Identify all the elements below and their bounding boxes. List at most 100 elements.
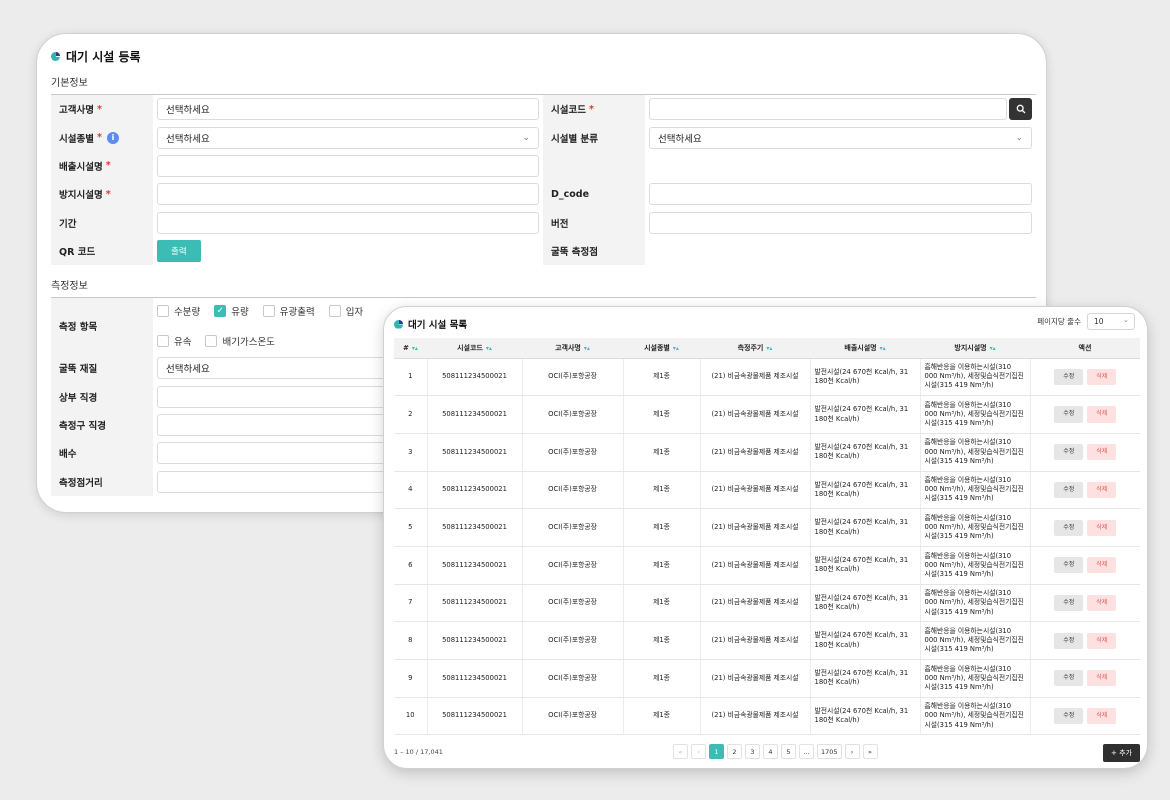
add-facility-button[interactable]: + 추가: [1103, 744, 1140, 762]
measure-item-checkbox[interactable]: 입자: [328, 304, 363, 318]
select-field[interactable]: 선택하세요 ⌄: [649, 126, 1032, 149]
column-header[interactable]: 시설종별 ▾▴: [623, 338, 700, 359]
cell-cycle: (21) 비금속광물제품 제조시설: [700, 584, 811, 623]
edit-button[interactable]: 수정: [1054, 707, 1084, 725]
measure-item-checkbox[interactable]: 유광출력: [262, 304, 315, 318]
delete-button[interactable]: 삭제: [1087, 519, 1117, 536]
text-field[interactable]: [157, 183, 539, 206]
cell-emission: 발전시설(24 670천 Kcal/h, 31 180천 Kcal/h): [810, 395, 921, 434]
checkbox-icon[interactable]: [205, 335, 218, 347]
section-measure-label: 측정정보: [51, 281, 88, 292]
edit-button[interactable]: 수정: [1054, 670, 1084, 687]
cell-text: OCI(주)포항공장: [548, 409, 597, 418]
column-header[interactable]: 배출시설명 ▾▴: [810, 338, 920, 359]
page-button[interactable]: 3: [745, 744, 760, 759]
select-field[interactable]: 선택하세요 ⌄: [157, 126, 539, 149]
measure-item-checkbox[interactable]: 배기가스온도: [205, 334, 275, 348]
checkbox-icon[interactable]: ✓: [214, 305, 227, 317]
column-header[interactable]: 시설코드 ▾▴: [427, 338, 522, 359]
cell-actions: 수정 삭제: [1030, 471, 1140, 510]
sort-icon[interactable]: ▾▴: [486, 345, 492, 352]
facility-code-input[interactable]: [649, 98, 1007, 121]
column-header[interactable]: 고객사명 ▾▴: [522, 338, 623, 359]
checkbox-icon[interactable]: [157, 335, 169, 347]
page-button[interactable]: 4: [763, 744, 778, 759]
cell-customer: OCI(주)포항공장: [522, 395, 624, 434]
edit-button[interactable]: 수정: [1054, 481, 1084, 498]
cell-type: 제1종: [623, 508, 701, 547]
checkbox-icon[interactable]: [262, 305, 275, 317]
measure-item-checkbox[interactable]: ✓ 유량: [214, 304, 249, 318]
cell-text: 508111234500021: [442, 598, 507, 607]
next-page-button[interactable]: ›: [844, 744, 860, 759]
checkbox-label: 유량: [231, 307, 249, 318]
measure-item-checkbox[interactable]: 유속: [157, 334, 191, 348]
cell-text: 제1종: [653, 598, 670, 607]
edit-button[interactable]: 수정: [1054, 444, 1084, 461]
qr-print-button[interactable]: 출력: [157, 240, 201, 263]
cell-code: 508111234500021: [427, 358, 523, 397]
delete-button[interactable]: 삭제: [1087, 444, 1117, 461]
cell-text: 6: [408, 560, 413, 569]
delete-button[interactable]: 삭제: [1087, 406, 1117, 423]
field-label: QR 코드: [51, 236, 153, 266]
field-label-text: 배출시설명: [59, 161, 103, 173]
column-header[interactable]: # ▾▴: [394, 338, 427, 359]
table-body: 1 508111234500021 OCI(주)포항공장 제1종 (21) 비금속광물제…: [394, 358, 1141, 736]
page-button[interactable]: 1: [709, 744, 724, 759]
cell-type: 제1종: [623, 471, 701, 510]
field-label: 고객사명 *: [51, 95, 153, 124]
sort-icon[interactable]: ▾▴: [990, 345, 996, 352]
column-header[interactable]: 방지시설명 ▾▴: [920, 338, 1030, 359]
measure-item-checkbox[interactable]: 수분량: [157, 304, 200, 318]
cell-prevention: 흡해반응을 이용하는시설(310 000 Nm³/h), 세정및습식전기집진시설…: [920, 584, 1031, 623]
cell-text: 1: [408, 372, 413, 381]
select-field[interactable]: 선택하세요: [157, 98, 539, 121]
cell-text: (21) 비금속광물제품 제조시설: [711, 598, 799, 607]
delete-button[interactable]: 삭제: [1087, 368, 1117, 385]
page-button[interactable]: 1705: [817, 744, 842, 759]
edit-button[interactable]: 수정: [1054, 519, 1084, 536]
cell-text: 발전시설(24 670천 Kcal/h, 31 180천 Kcal/h): [814, 669, 909, 687]
cell-text: 제1종: [653, 485, 670, 494]
last-page-button[interactable]: »: [862, 744, 878, 759]
edit-button[interactable]: 수정: [1054, 406, 1084, 423]
text-field[interactable]: [649, 211, 1032, 234]
text-field[interactable]: [157, 211, 539, 234]
cell-actions: 수정 삭제: [1030, 546, 1140, 585]
sort-icon[interactable]: ▾▴: [880, 345, 886, 352]
basic-info-grid: 고객사명 * 선택하세요 시설코드 * 시설종별 * i 선택하세요 ⌄ 시설별 분류 선택하세요 ⌄ 배…: [51, 94, 1036, 266]
info-icon[interactable]: i: [106, 131, 119, 144]
sort-icon[interactable]: ▾▴: [584, 345, 590, 352]
sort-icon[interactable]: ▾▴: [766, 345, 772, 352]
prev-page-button[interactable]: ‹: [691, 744, 706, 759]
first-page-button[interactable]: «: [673, 744, 688, 759]
checkbox-icon[interactable]: [157, 305, 169, 317]
sort-icon[interactable]: ▾▴: [412, 345, 418, 352]
delete-button[interactable]: 삭제: [1087, 594, 1117, 612]
text-field[interactable]: [649, 183, 1032, 206]
delete-button[interactable]: 삭제: [1087, 481, 1117, 498]
per-page-select[interactable]: 10 ⌄: [1087, 313, 1135, 330]
cell-type: 제1종: [623, 358, 701, 397]
field-cell: [645, 237, 1036, 265]
checkbox-icon[interactable]: [328, 305, 341, 317]
form-row: 방지시설명 * D_code: [51, 180, 1036, 209]
edit-button[interactable]: 수정: [1054, 594, 1084, 612]
edit-button[interactable]: 수정: [1054, 557, 1084, 574]
page-button[interactable]: 2: [727, 744, 742, 759]
column-header[interactable]: 측정주기 ▾▴: [700, 338, 810, 359]
text-field[interactable]: [157, 154, 539, 177]
action-buttons: 수정 삭제: [1031, 670, 1141, 687]
edit-button[interactable]: 수정: [1054, 632, 1084, 649]
sort-icon[interactable]: ▾▴: [673, 345, 679, 352]
delete-button[interactable]: 삭제: [1087, 632, 1117, 649]
delete-button[interactable]: 삭제: [1087, 670, 1117, 687]
edit-button[interactable]: 수정: [1054, 368, 1084, 385]
page-button[interactable]: 5: [781, 744, 796, 759]
delete-button[interactable]: 삭제: [1087, 707, 1117, 725]
cell-text: 9: [408, 673, 413, 682]
delete-button[interactable]: 삭제: [1087, 557, 1117, 574]
search-button[interactable]: [1009, 98, 1032, 121]
chevron-down-icon: ⌄: [522, 132, 530, 143]
